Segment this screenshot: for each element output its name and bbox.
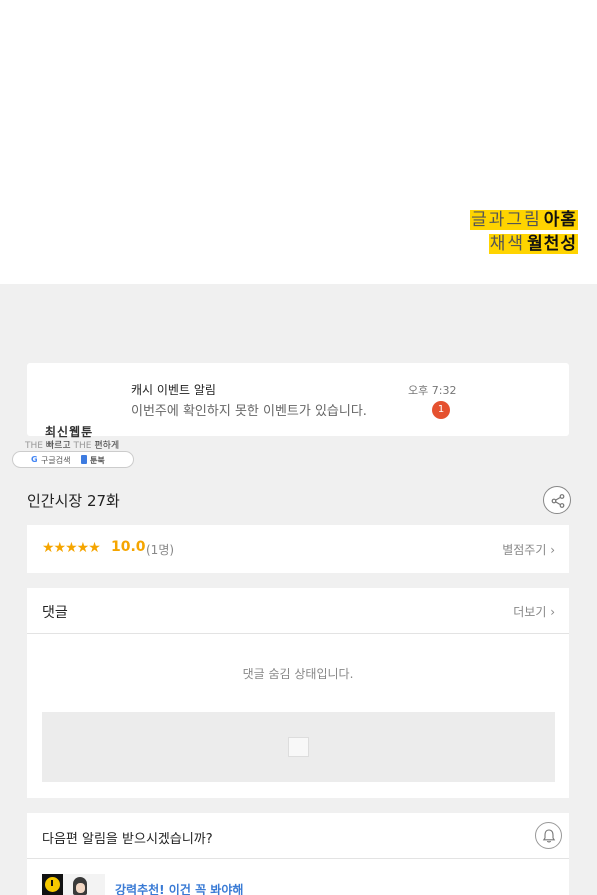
comments-hidden-message: 댓글 숨김 상태입니다. [242,667,354,681]
writer-role: 글과그림 [470,210,543,230]
notification-time: 오후 7:32 [408,384,457,397]
star-rating-icons: ★★★★★ [42,540,101,556]
tag-word-2: 편하게 [94,441,120,451]
rating-panel: ★★★★★ 10.0 (1명) 별점주기 › [27,525,569,573]
clock-icon [42,874,63,895]
writer-name: 아홈 [542,210,578,230]
webtoon-image-bottom: 글과그림 아홈 채색 월천성 [0,0,597,284]
image-placeholder-icon [288,737,309,757]
colorist-role: 채색 [488,234,527,254]
promo-search-pill: G 구글검색 툰북 [12,451,134,468]
credit-writer: 글과그림 아홈 [470,210,578,231]
recommendation-thumbnail[interactable] [63,874,105,895]
colorist-name: 월천성 [526,234,578,254]
share-button[interactable] [543,486,571,514]
bookmark-icon [81,455,87,464]
alert-bell-button[interactable] [535,822,562,849]
notification-title: 캐시 이벤트 알림 [131,383,216,397]
share-icon [551,494,565,508]
tag-the-1: THE [25,441,43,451]
recommendation-link[interactable]: 강력추천! 이건 꼭 봐야해 [115,881,243,895]
google-icon: G [31,455,38,464]
divider [27,858,569,859]
site-promo-logo[interactable]: 최신웹툰 THE 빠르고 THE 편하게 G 구글검색 툰북 [12,421,134,469]
google-search-text: 구글검색 [41,456,71,465]
notification-badge: 1 [432,401,450,419]
notification-body: 이번주에 확인하지 못한 이벤트가 있습니다. [131,404,367,419]
bell-icon [542,829,556,843]
credit-colorist: 채색 월천성 [488,234,578,255]
comments-title: 댓글 [42,605,68,621]
comments-more-link[interactable]: 더보기 › [513,603,555,620]
promo-tagline: THE 빠르고 THE 편하게 [25,438,119,451]
tag-the-2: THE [73,441,92,451]
tag-word-1: 빠르고 [45,441,71,451]
rate-button[interactable]: 별점주기 › [502,541,555,558]
episode-title: 인간시장 27화 [27,492,120,510]
rating-count: (1명) [146,543,175,557]
divider [27,633,569,634]
next-episode-alert-panel: 다음편 알림을 받으시겠습니까? 강력추천! 이건 꼭 봐야해 [27,813,569,895]
site-name: 툰북 [90,456,105,465]
rating-score: 10.0 [111,539,146,555]
next-alert-question: 다음편 알림을 받으시겠습니까? [42,832,213,847]
ad-image-placeholder[interactable] [42,712,555,782]
comments-panel: 댓글 더보기 › 댓글 숨김 상태입니다. [27,588,569,798]
